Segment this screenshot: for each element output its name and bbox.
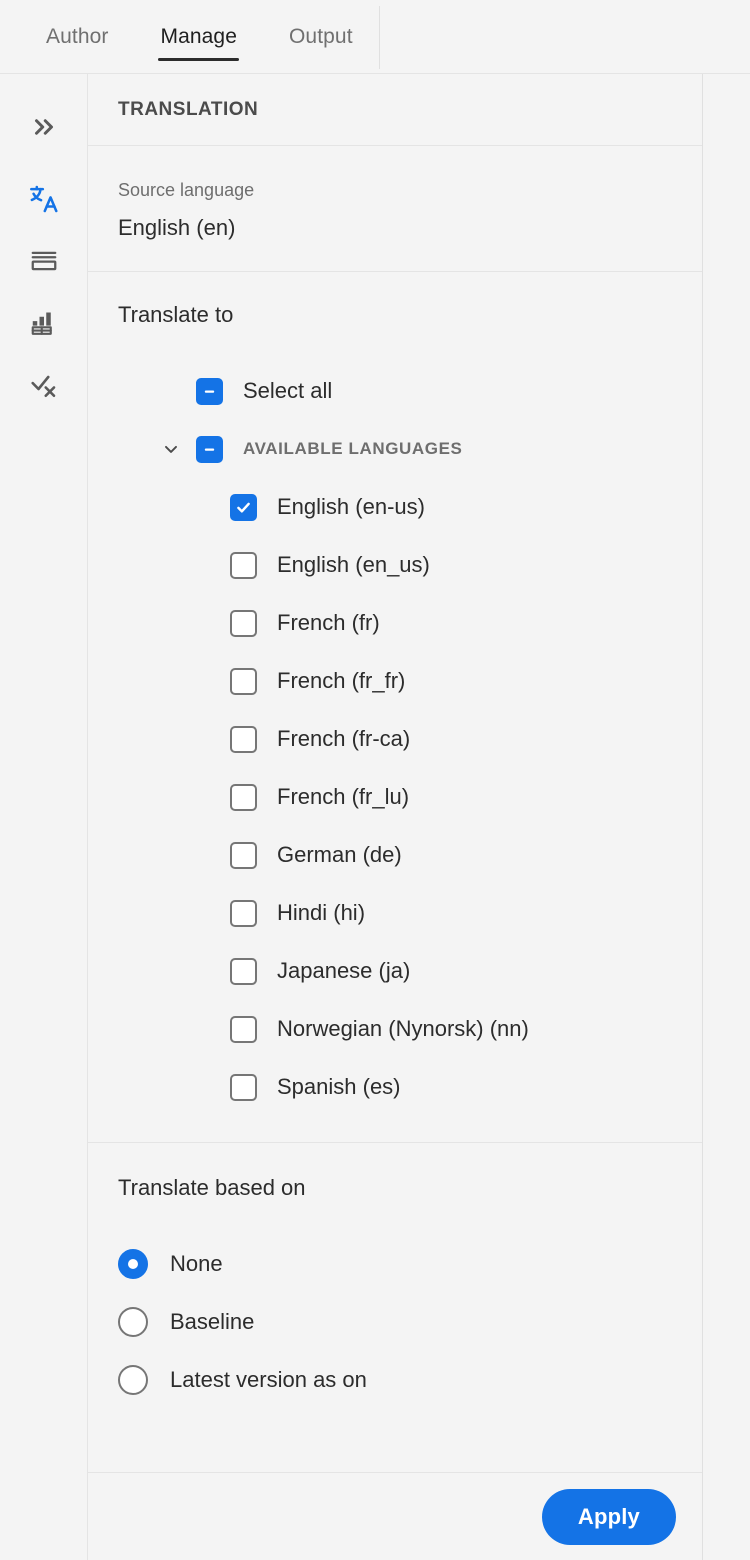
- review-icon[interactable]: [14, 354, 74, 416]
- list-item[interactable]: Hindi (hi): [118, 884, 672, 942]
- tabbar-empty-area: [380, 0, 750, 73]
- language-label: French (fr_lu): [277, 784, 410, 809]
- select-all-label: Select all: [243, 378, 333, 403]
- language-checkbox[interactable]: [230, 957, 257, 985]
- language-label: German (de): [277, 842, 402, 867]
- language-checkbox[interactable]: [230, 1073, 257, 1101]
- available-languages-checkbox[interactable]: [196, 435, 223, 463]
- tab-output[interactable]: Output: [263, 0, 379, 73]
- available-languages-label: AVAILABLE LANGUAGES: [243, 439, 463, 458]
- list-item[interactable]: French (fr): [118, 594, 672, 652]
- indeterminate-dash-icon: [204, 389, 215, 393]
- translation-icon[interactable]: [14, 168, 74, 230]
- list-item[interactable]: English (en-us): [118, 478, 672, 536]
- translate-to-label: Translate to: [118, 302, 234, 327]
- radio-button[interactable]: [118, 1365, 148, 1395]
- select-all-checkbox[interactable]: [196, 377, 223, 405]
- left-icon-rail: [0, 74, 88, 1560]
- language-label: French (fr-ca): [277, 726, 411, 751]
- page-title: TRANSLATION: [118, 98, 259, 120]
- list-item[interactable]: French (fr_lu): [118, 768, 672, 826]
- radio-button[interactable]: [118, 1307, 148, 1337]
- language-label: Hindi (hi): [277, 900, 366, 925]
- language-checkbox[interactable]: [230, 725, 257, 753]
- tab-manage[interactable]: Manage: [134, 0, 263, 73]
- apply-button[interactable]: Apply: [541, 1488, 676, 1545]
- top-tab-bar: Author Manage Output: [0, 0, 750, 74]
- translate-to-section: Translate to Select all AVAILABLE LANGUA…: [88, 272, 702, 1143]
- language-checkbox[interactable]: [230, 899, 257, 927]
- radio-label: None: [170, 1251, 223, 1276]
- list-item[interactable]: Spanish (es): [118, 1058, 672, 1116]
- tab-manage-label: Manage: [160, 24, 237, 48]
- list-item[interactable]: French (fr_fr): [118, 652, 672, 710]
- translate-based-on-section: Translate based on None Baseline Latest …: [88, 1143, 702, 1472]
- radio-option-latest-version[interactable]: Latest version as on: [118, 1351, 672, 1409]
- expand-panel-icon[interactable]: [14, 96, 74, 158]
- language-checkbox[interactable]: [230, 783, 257, 811]
- translate-based-on-label: Translate based on: [118, 1175, 306, 1200]
- panel-header: TRANSLATION: [88, 74, 702, 146]
- source-language-value: English (en): [118, 215, 236, 240]
- source-language-label: Source language: [118, 180, 255, 200]
- radio-option-baseline[interactable]: Baseline: [118, 1293, 672, 1351]
- indeterminate-dash-icon: [204, 447, 215, 451]
- list-item[interactable]: Japanese (ja): [118, 942, 672, 1000]
- language-label: Spanish (es): [277, 1074, 401, 1099]
- language-label: French (fr_fr): [277, 668, 406, 693]
- language-tree: Select all AVAILABLE LANGUAGES English (…: [118, 362, 672, 1116]
- language-checkbox[interactable]: [230, 493, 257, 521]
- language-label: Norwegian (Nynorsk) (nn): [277, 1016, 529, 1041]
- panel-footer: Apply: [88, 1472, 702, 1560]
- available-languages-group-row[interactable]: AVAILABLE LANGUAGES: [118, 420, 672, 478]
- list-item[interactable]: English (en_us): [118, 536, 672, 594]
- conditions-icon[interactable]: [14, 230, 74, 292]
- language-checkbox[interactable]: [230, 551, 257, 579]
- tab-author[interactable]: Author: [0, 0, 134, 73]
- language-label: English (en_us): [277, 552, 430, 577]
- language-label: English (en-us): [277, 494, 425, 519]
- language-label: Japanese (ja): [277, 958, 411, 983]
- language-checkbox[interactable]: [230, 1015, 257, 1043]
- language-checkbox[interactable]: [230, 667, 257, 695]
- translation-settings-screen: Author Manage Output TRANSLATION Source …: [0, 0, 750, 1560]
- reports-icon[interactable]: [14, 292, 74, 354]
- list-item[interactable]: German (de): [118, 826, 672, 884]
- radio-label: Baseline: [170, 1309, 255, 1334]
- language-checkbox[interactable]: [230, 609, 257, 637]
- language-checkbox[interactable]: [230, 841, 257, 869]
- tab-author-label: Author: [46, 24, 109, 48]
- source-language-section: Source language English (en): [88, 146, 702, 272]
- language-label: French (fr): [277, 610, 380, 635]
- select-all-row[interactable]: Select all: [118, 362, 672, 420]
- translation-panel: TRANSLATION Source language English (en)…: [88, 74, 703, 1560]
- radio-dot-icon: [128, 1259, 138, 1269]
- chevron-down-icon[interactable]: [156, 434, 186, 464]
- check-icon: [237, 502, 250, 513]
- radio-label: Latest version as on: [170, 1367, 367, 1392]
- list-item[interactable]: Norwegian (Nynorsk) (nn): [118, 1000, 672, 1058]
- tab-output-label: Output: [288, 24, 353, 48]
- right-empty-area: [704, 74, 750, 1560]
- list-item[interactable]: French (fr-ca): [118, 710, 672, 768]
- radio-button[interactable]: [118, 1249, 148, 1279]
- radio-option-none[interactable]: None: [118, 1235, 672, 1293]
